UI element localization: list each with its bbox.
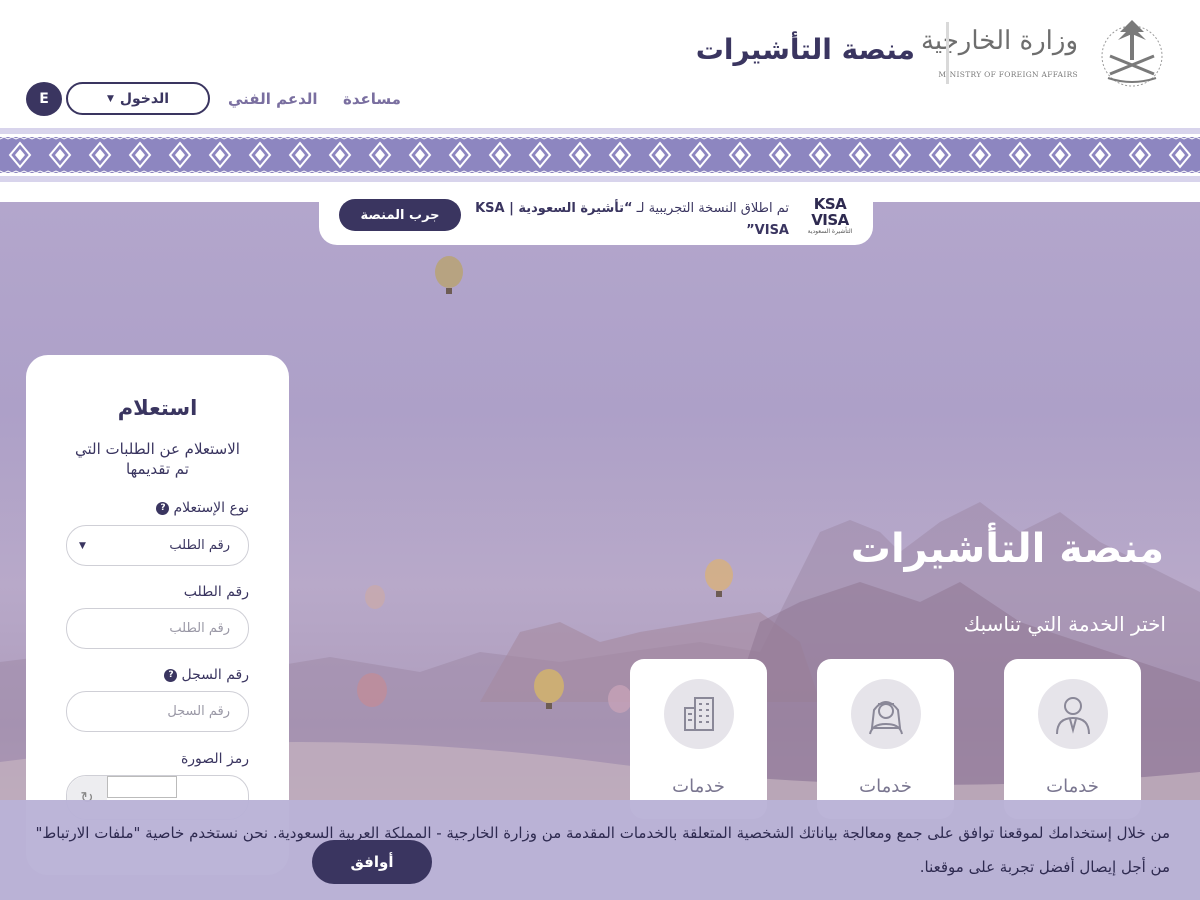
balloon-icon — [357, 673, 387, 707]
cookie-consent-bar: من خلال إستخدامك لموقعنا توافق على جمع و… — [0, 800, 1200, 900]
announcement-prefix: تم اطلاق النسخة التجريبية لـ — [632, 201, 789, 216]
page: وزارة الخارجية MINISTRY OF FOREIGN AFFAI… — [0, 0, 1200, 900]
service-icon-circle — [1038, 679, 1108, 749]
service-card-citizens[interactable]: خدمات — [817, 659, 954, 819]
try-platform-button[interactable]: جرب المنصة — [339, 199, 461, 231]
chevron-down-icon: ▼ — [79, 540, 86, 551]
inquiry-card: استعلام الاستعلام عن الطلبات التي تم تقد… — [26, 355, 289, 875]
inquiry-type-select[interactable]: رقم الطلب ▼ — [66, 525, 249, 566]
inquiry-type-label-text: نوع الإستعلام — [173, 500, 249, 516]
service-icon-circle — [851, 679, 921, 749]
service-icon-circle — [664, 679, 734, 749]
registry-number-label: رقم السجل ? — [164, 667, 249, 683]
hero-title: منصة التأشيرات — [850, 526, 1164, 572]
service-card-label: خدمات — [859, 776, 912, 797]
help-icon[interactable]: ? — [164, 668, 178, 682]
service-card-label: خدمات — [672, 776, 725, 797]
request-number-label: رقم الطلب — [184, 584, 249, 600]
registry-number-label-text: رقم السجل — [181, 667, 249, 683]
individual-icon — [1056, 697, 1090, 735]
balloon-icon — [705, 559, 733, 597]
inquiry-type-label: نوع الإستعلام ? — [156, 500, 249, 516]
captcha-image — [107, 776, 177, 798]
sadu-pattern-icon — [0, 137, 1200, 173]
site-title: منصة التأشيرات — [695, 33, 915, 66]
login-dropdown-button[interactable]: الدخول ▼ — [66, 82, 210, 115]
cookie-text: من خلال إستخدامك لموقعنا توافق على جمع و… — [35, 824, 1170, 876]
nav-support-link[interactable]: الدعم الفني — [228, 90, 318, 108]
inquiry-description: الاستعلام عن الطلبات التي تم تقديمها — [75, 440, 240, 478]
hero-subtitle: اختر الخدمة التي تناسبك — [963, 612, 1166, 636]
captcha-label-text: رمز الصورة — [180, 751, 249, 767]
login-label: الدخول — [119, 90, 170, 107]
service-card-individuals[interactable]: خدمات — [1004, 659, 1141, 819]
captcha-label: رمز الصورة — [181, 751, 249, 767]
language-toggle-button[interactable]: E — [26, 82, 62, 116]
inquiry-type-value: رقم الطلب — [169, 538, 230, 553]
ministry-name-en: MINISTRY OF FOREIGN AFFAIRS — [938, 70, 1078, 79]
saudi-emblem-icon — [1101, 20, 1163, 87]
request-number-input[interactable]: رقم الطلب — [66, 608, 249, 649]
site-header: وزارة الخارجية MINISTRY OF FOREIGN AFFAI… — [0, 0, 1200, 130]
nav-help-link[interactable]: مساعدة — [343, 90, 401, 108]
service-card-business[interactable]: خدمات — [630, 659, 767, 819]
decorative-band — [0, 128, 1200, 182]
cookie-agree-button[interactable]: أوافق — [312, 840, 432, 884]
ministry-logo[interactable]: وزارة الخارجية MINISTRY OF FOREIGN AFFAI… — [921, 16, 1168, 88]
balloon-icon — [365, 585, 385, 609]
registry-number-placeholder: رقم السجل — [167, 704, 230, 719]
balloon-icon — [608, 685, 632, 713]
ksa-visa-logo: KSA VISA التأشيرة السعودية — [805, 196, 855, 240]
caret-down-icon: ▼ — [106, 93, 114, 104]
building-icon — [684, 697, 714, 731]
ministry-name-ar: وزارة الخارجية — [920, 26, 1078, 56]
request-number-placeholder: رقم الطلب — [169, 621, 230, 636]
balloon-icon — [435, 256, 463, 294]
registry-number-input[interactable]: رقم السجل — [66, 691, 249, 732]
ksa-logo-line1: KSA — [813, 195, 847, 213]
header-divider — [946, 22, 949, 84]
saudi-man-icon — [869, 701, 903, 735]
announcement-text: تم اطلاق النسخة التجريبية لـ “تأشيرة الس… — [469, 198, 789, 242]
help-icon[interactable]: ? — [156, 501, 170, 515]
request-number-label-text: رقم الطلب — [183, 584, 249, 600]
announcement-banner: KSA VISA التأشيرة السعودية تم اطلاق النس… — [319, 196, 873, 245]
ksa-logo-subtitle: التأشيرة السعودية — [807, 228, 853, 235]
ksa-logo-line2: VISA — [811, 211, 849, 229]
inquiry-title: استعلام — [117, 396, 198, 420]
service-card-label: خدمات — [1046, 776, 1099, 797]
